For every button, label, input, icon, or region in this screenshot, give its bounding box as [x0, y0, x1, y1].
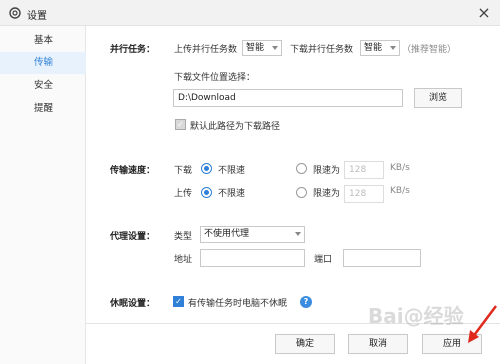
upload-limit-radio[interactable] — [296, 187, 307, 198]
sidebar-item-basic[interactable]: 基本 — [0, 30, 86, 52]
title-bar: 设置 × — [0, 0, 500, 26]
browse-button[interactable]: 浏览 — [414, 88, 462, 108]
speed-section-label: 传输速度： — [110, 166, 156, 176]
parallel-section-label: 并行任务： — [110, 45, 156, 55]
upload-parallel-select[interactable]: 智能 — [242, 40, 282, 56]
sidebar-item-reminder[interactable]: 提醒 — [0, 98, 86, 120]
download-unit-label: KB/s — [390, 163, 410, 173]
proxy-port-label: 端口 — [314, 255, 333, 265]
chevron-down-icon — [295, 232, 301, 236]
download-parallel-label: 下载并行任务数 — [290, 45, 354, 55]
upload-speed-label: 上传 — [174, 189, 193, 199]
close-button[interactable]: × — [474, 3, 494, 23]
download-speed-label: 下载 — [174, 166, 193, 176]
download-location-label: 下载文件位置选择： — [174, 73, 256, 83]
upload-unit-label: KB/s — [390, 186, 410, 196]
proxy-address-label: 地址 — [174, 255, 193, 265]
upload-unlimited-radio[interactable] — [201, 187, 212, 198]
proxy-type-value: 不使用代理 — [204, 229, 250, 239]
no-sleep-label: 有传输任务时电脑不休眠 — [188, 299, 288, 309]
download-parallel-select[interactable]: 智能 — [360, 40, 400, 56]
proxy-section-label: 代理设置： — [110, 232, 156, 242]
upload-limit-input[interactable]: 128 — [344, 185, 384, 203]
upload-unlimited-label: 不限速 — [218, 189, 246, 199]
download-unlimited-radio[interactable] — [201, 163, 212, 174]
download-unlimited-label: 不限速 — [218, 166, 246, 176]
proxy-address-input[interactable] — [200, 249, 305, 267]
no-sleep-checkbox[interactable]: ✓ — [173, 296, 184, 307]
apply-button[interactable]: 应用 — [422, 334, 482, 354]
window-title: 设置 — [27, 11, 47, 22]
proxy-type-select[interactable]: 不使用代理 — [200, 226, 305, 243]
watermark: Bai@经验 — [368, 304, 464, 328]
upload-limit-label: 限速为 — [313, 189, 341, 199]
chevron-down-icon — [272, 46, 278, 50]
upload-parallel-label: 上传并行任务数 — [174, 45, 238, 55]
sidebar-item-security[interactable]: 安全 — [0, 75, 86, 97]
ok-button[interactable]: 确定 — [275, 334, 335, 354]
sleep-section-label: 休眠设置： — [110, 299, 156, 309]
default-path-checkbox[interactable]: ✓ — [175, 119, 186, 130]
download-parallel-value: 智能 — [364, 43, 383, 53]
download-limit-radio[interactable] — [296, 163, 307, 174]
download-path-input[interactable]: D:\Download — [173, 89, 403, 107]
proxy-type-label: 类型 — [174, 232, 193, 242]
parallel-hint: （推荐智能） — [402, 45, 457, 55]
proxy-port-input[interactable] — [343, 249, 421, 267]
download-limit-label: 限速为 — [313, 166, 341, 176]
sidebar: 基本 传输 安全 提醒 — [0, 26, 86, 364]
help-icon[interactable]: ? — [300, 296, 312, 308]
cancel-button[interactable]: 取消 — [348, 334, 408, 354]
default-path-label: 默认此路径为下载路径 — [190, 122, 281, 132]
download-limit-input[interactable]: 128 — [344, 161, 384, 179]
settings-icon — [9, 7, 21, 19]
upload-parallel-value: 智能 — [246, 43, 265, 53]
chevron-down-icon — [390, 46, 396, 50]
sidebar-item-transfer[interactable]: 传输 — [0, 52, 86, 74]
